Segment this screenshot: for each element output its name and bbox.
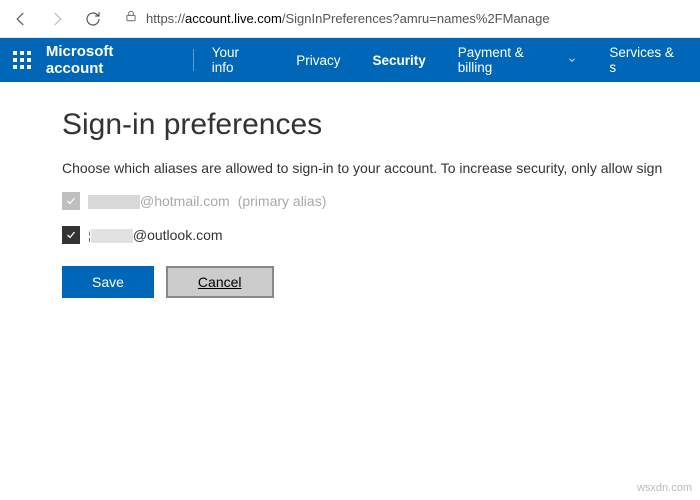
brand-title[interactable]: Microsoft account — [44, 43, 193, 77]
nav-separator — [193, 49, 194, 71]
app-launcher-icon[interactable] — [0, 38, 44, 82]
back-button[interactable] — [6, 4, 36, 34]
chevron-down-icon — [567, 53, 577, 68]
nav-privacy[interactable]: Privacy — [280, 38, 356, 82]
alias-email: ¦@outlook.com — [88, 227, 223, 243]
cancel-button[interactable]: Cancel — [166, 266, 274, 298]
nav-payment[interactable]: Payment & billing — [442, 38, 594, 82]
alias-row-primary: @hotmail.com (primary alias) — [62, 192, 700, 210]
watermark: wsxdn.com — [637, 482, 692, 494]
alias-suffix: (primary alias) — [238, 193, 327, 209]
nav-security[interactable]: Security — [356, 38, 441, 82]
lock-icon — [124, 9, 138, 28]
redacted-text — [88, 195, 140, 209]
alias-email: @hotmail.com — [88, 193, 230, 209]
address-bar[interactable]: https://account.live.com/SignInPreferenc… — [114, 9, 694, 28]
refresh-button[interactable] — [78, 4, 108, 34]
alias-checkbox[interactable] — [62, 226, 80, 244]
page-description: Choose which aliases are allowed to sign… — [62, 160, 700, 176]
url-text: https://account.live.com/SignInPreferenc… — [146, 11, 550, 26]
redacted-text — [91, 229, 133, 243]
nav-your-info[interactable]: Your info — [196, 38, 281, 82]
forward-button[interactable] — [42, 4, 72, 34]
nav-services[interactable]: Services & s — [593, 38, 700, 82]
save-button[interactable]: Save — [62, 266, 154, 298]
alias-checkbox — [62, 192, 80, 210]
alias-row: ¦@outlook.com — [62, 226, 700, 244]
page-title: Sign-in preferences — [62, 108, 700, 142]
